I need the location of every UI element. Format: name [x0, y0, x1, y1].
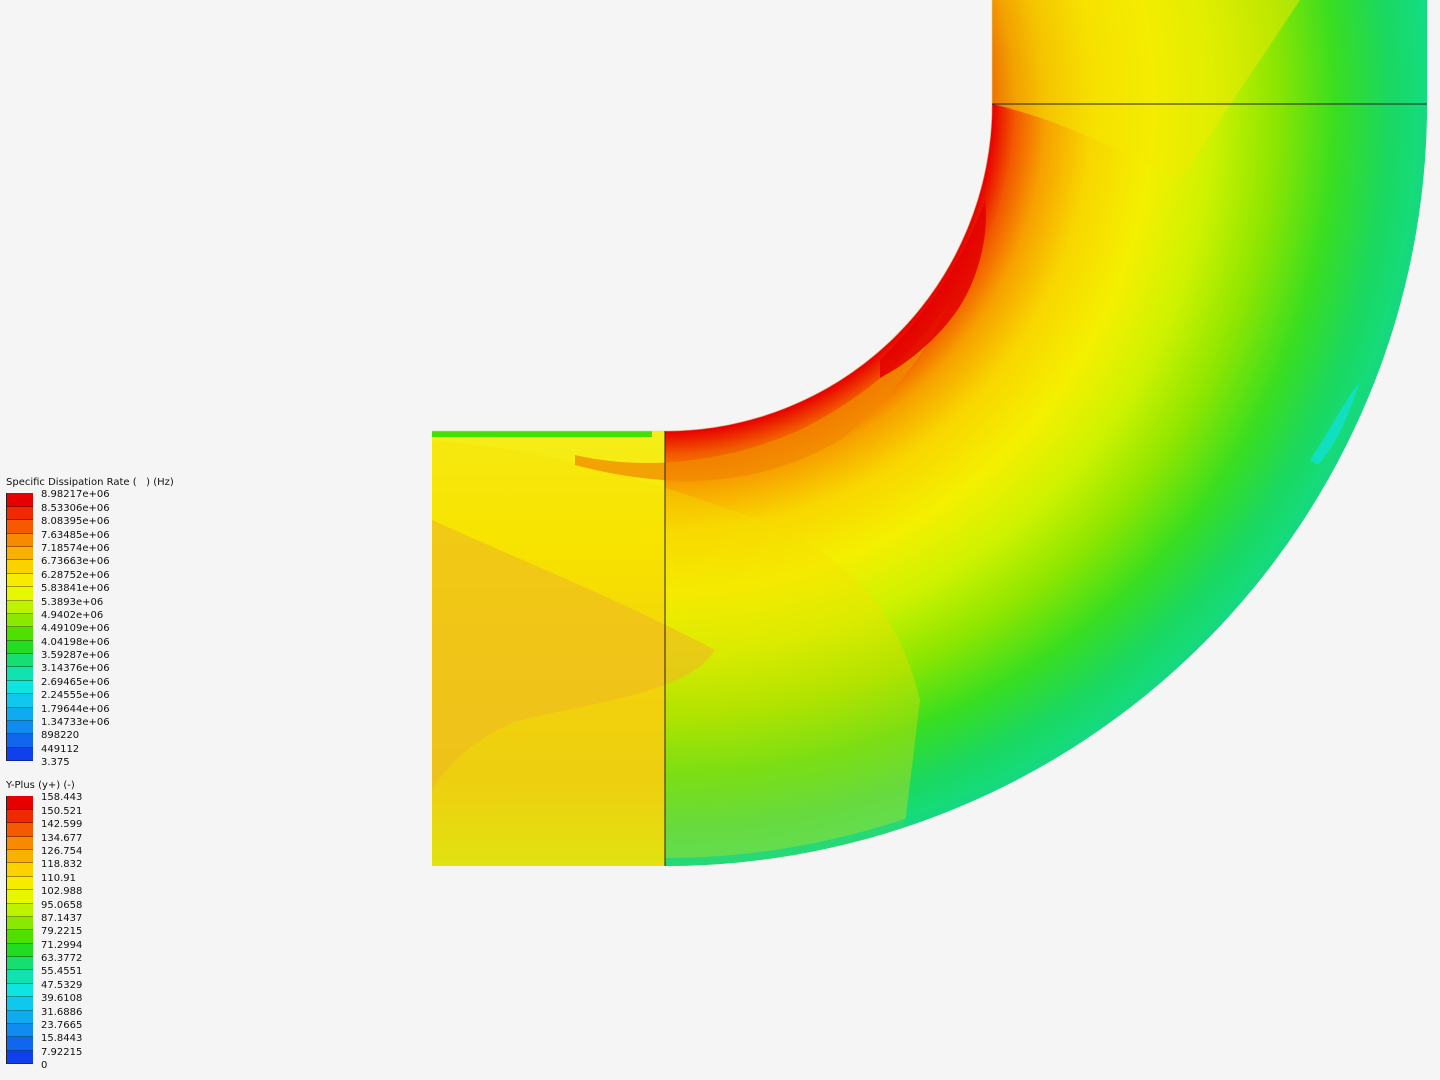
color-swatch	[7, 587, 33, 601]
scale-tick-label: 95.0658	[41, 899, 83, 911]
scale-tick-label: 0	[41, 1060, 48, 1072]
color-swatch	[7, 876, 33, 891]
scale-tick-label: 79.2215	[41, 926, 83, 938]
color-swatch	[7, 1037, 33, 1051]
color-swatch	[7, 997, 33, 1011]
scale-tick-label: 31.6886	[41, 1006, 83, 1018]
scale-tick-label: 150.521	[41, 805, 83, 817]
scale-tick-label: 3.59287e+06	[41, 650, 110, 662]
scale-tick-label: 47.5329	[41, 979, 83, 991]
scale-tick-label: 39.6108	[41, 993, 83, 1005]
color-swatch	[7, 560, 33, 574]
scale-labels: 8.98217e+06 8.53306e+06 8.08395e+06 7.63485…	[41, 488, 110, 769]
color-swatch	[7, 836, 33, 850]
color-swatch	[7, 654, 33, 668]
legend-y-plus: Y-Plus (y+) (-) 158.443 150.521 142.599 134…	[6, 779, 82, 1071]
scale-tick-label: 5.3893e+06	[41, 596, 104, 608]
color-swatch	[7, 930, 33, 944]
color-swatch	[7, 600, 33, 614]
scale-tick-label: 449112	[41, 743, 80, 755]
scale-tick-label: 7.18574e+06	[41, 542, 110, 554]
color-swatch	[7, 970, 33, 984]
scale-tick-label: 63.3772	[41, 953, 83, 965]
scale-tick-label: 126.754	[41, 845, 83, 857]
color-swatch	[7, 721, 33, 735]
scale-tick-label: 4.49109e+06	[41, 623, 110, 635]
scale-tick-label: 118.832	[41, 859, 83, 871]
scale-tick-label: 158.443	[41, 792, 83, 804]
scale-tick-label: 23.7665	[41, 1020, 83, 1032]
color-swatch	[7, 533, 33, 547]
color-swatch	[7, 983, 33, 998]
scale-labels: 158.443 150.521 142.599 134.677 126.754 118.8…	[41, 791, 82, 1072]
scale-tick-label: 3.14376e+06	[41, 663, 110, 675]
scale-tick-label: 7.63485e+06	[41, 529, 110, 541]
scale-tick-label: 6.73663e+06	[41, 556, 110, 568]
scale-tick-label: 8.98217e+06	[41, 489, 110, 501]
scale-tick-label: 71.2994	[41, 939, 83, 951]
color-swatch	[7, 680, 33, 695]
color-swatch	[7, 823, 33, 837]
scale-tick-label: 4.9402e+06	[41, 609, 104, 621]
pipe-surface	[432, 0, 1427, 866]
color-swatch	[7, 707, 33, 722]
scale-tick-label: 2.69465e+06	[41, 676, 110, 688]
scale-tick-label: 8.08395e+06	[41, 516, 110, 528]
scale-tick-label: 8.53306e+06	[41, 502, 110, 514]
scale-tick-label: 898220	[41, 730, 80, 742]
color-swatch	[7, 957, 33, 971]
scale-tick-label: 87.1437	[41, 912, 83, 924]
scale-tick-label: 5.83841e+06	[41, 583, 110, 595]
color-swatch	[7, 667, 33, 681]
color-swatch	[7, 520, 33, 534]
color-swatch	[7, 1050, 33, 1065]
scale-tick-label: 1.79644e+06	[41, 703, 110, 715]
legend-title: Specific Dissipation Rate ( ) (Hz)	[6, 477, 174, 488]
color-swatch	[7, 747, 33, 762]
scale-tick-label: 4.04198e+06	[41, 636, 110, 648]
color-swatch	[7, 809, 33, 824]
color-swatch	[7, 493, 33, 507]
pipe-elbow-contour-plot	[432, 0, 1427, 866]
color-swatch	[7, 849, 33, 864]
scale-tick-label: 55.4551	[41, 966, 83, 978]
color-swatch	[7, 890, 33, 904]
3d-viewport[interactable]	[0, 0, 1440, 1080]
scale-tick-label: 1.34733e+06	[41, 717, 110, 729]
scale-tick-label: 110.91	[41, 872, 76, 884]
color-swatch	[7, 1010, 33, 1025]
color-swatch	[7, 1024, 33, 1038]
color-swatch	[7, 627, 33, 641]
scale-tick-label: 6.28752e+06	[41, 569, 110, 581]
scale-tick-label: 7.92215	[41, 1046, 83, 1058]
color-swatch	[7, 613, 33, 628]
color-swatch	[7, 506, 33, 521]
color-swatch	[7, 796, 33, 810]
color-swatch	[7, 573, 33, 588]
color-swatch	[7, 640, 33, 655]
color-swatch	[7, 916, 33, 931]
color-swatch	[7, 694, 33, 708]
color-scale	[6, 493, 33, 762]
color-scale	[6, 796, 33, 1065]
scale-tick-label: 2.24555e+06	[41, 690, 110, 702]
color-swatch	[7, 546, 33, 561]
color-swatch	[7, 734, 33, 748]
scale-tick-label: 102.988	[41, 886, 83, 898]
color-swatch	[7, 863, 33, 877]
scale-tick-label: 134.677	[41, 832, 83, 844]
legend-specific-dissipation-rate: Specific Dissipation Rate ( ) (Hz) 8.982…	[6, 476, 174, 768]
color-swatch	[7, 903, 33, 917]
color-swatch	[7, 943, 33, 958]
legend-title: Y-Plus (y+) (-)	[6, 780, 75, 791]
scale-tick-label: 142.599	[41, 819, 83, 831]
scale-tick-label: 15.8443	[41, 1033, 83, 1045]
scale-tick-label: 3.375	[41, 757, 70, 769]
